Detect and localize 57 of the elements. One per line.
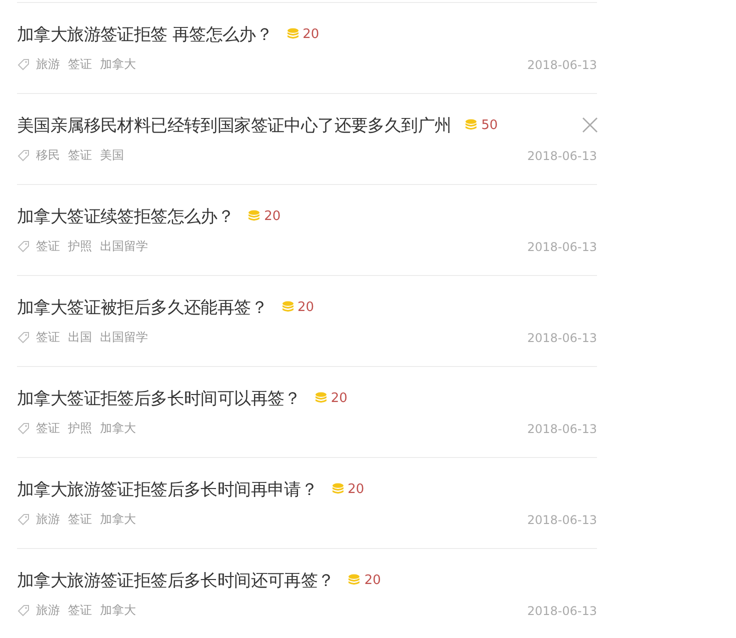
question-date: 2018-06-13 [527,148,597,162]
question-link[interactable]: 加拿大签证被拒后多久还能再签？ [17,296,268,318]
question-link[interactable]: 加拿大签证续签拒签怎么办？ [17,204,234,228]
close-icon[interactable] [582,117,598,133]
tag-link[interactable]: 移民 [36,147,60,164]
coins-icon [332,483,344,495]
question-link[interactable]: 美国亲属移民材料已经转到国家签证中心了还要多久到广州 [17,114,452,136]
tag-link[interactable]: 出国留学 [100,329,148,346]
tag-link[interactable]: 加拿大 [100,511,136,528]
tag-link[interactable]: 旅游 [36,602,60,619]
tag-link[interactable]: 旅游 [36,511,60,528]
tag-link[interactable]: 签证 [68,602,92,619]
tag-link[interactable]: 签证 [36,329,60,346]
reward-points: 20 [298,300,314,314]
reward-points: 20 [348,482,364,496]
tag-link[interactable]: 签证 [36,420,60,437]
tag-link[interactable]: 签证 [68,56,92,73]
tag-link[interactable]: 加拿大 [100,420,136,437]
tag-link[interactable]: 护照 [68,420,92,437]
question-date: 2018-06-13 [527,240,597,254]
reward-points: 20 [330,390,348,406]
tag-link[interactable]: 签证 [68,147,92,164]
coins-icon [348,574,360,586]
question-date: 2018-06-13 [527,604,597,618]
tag-link[interactable]: 签证 [36,238,60,255]
question-link[interactable]: 加拿大签证拒签后多长时间可以再签？ [17,386,301,410]
question-link[interactable]: 加拿大旅游签证拒签后多长时间还可再签？ [17,568,334,592]
question-date: 2018-06-13 [527,58,597,72]
tag-link[interactable]: 护照 [68,238,92,255]
reward-points: 20 [364,572,381,588]
question-date: 2018-06-13 [527,330,597,344]
coins-icon [248,210,260,222]
tag-link[interactable]: 出国 [68,329,92,346]
tag-icon [17,149,30,162]
tag-link[interactable]: 出国留学 [100,238,148,255]
question-date: 2018-06-13 [527,422,597,436]
tag-icon [17,604,30,617]
tag-link[interactable]: 旅游 [36,56,60,73]
coins-icon [465,119,478,131]
coins-icon [314,392,327,404]
question-date: 2018-06-13 [527,512,597,526]
tag-link[interactable]: 加拿大 [100,602,136,619]
tag-icon [17,58,30,71]
reward-points: 50 [481,118,498,132]
tag-link[interactable]: 加拿大 [100,56,136,73]
question-link[interactable]: 加拿大旅游签证拒签 再签怎么办？ [17,22,273,46]
coins-icon [282,301,294,313]
reward-points: 20 [302,26,320,42]
tag-icon [17,240,30,253]
reward-points: 20 [264,208,281,224]
question-link[interactable]: 加拿大旅游签证拒签后多长时间再申请？ [17,478,318,500]
tag-icon [17,331,30,344]
coins-icon [286,28,299,40]
tag-link[interactable]: 签证 [68,511,92,528]
tag-icon [17,422,30,435]
tag-icon [17,513,30,526]
tag-link[interactable]: 美国 [100,147,124,164]
